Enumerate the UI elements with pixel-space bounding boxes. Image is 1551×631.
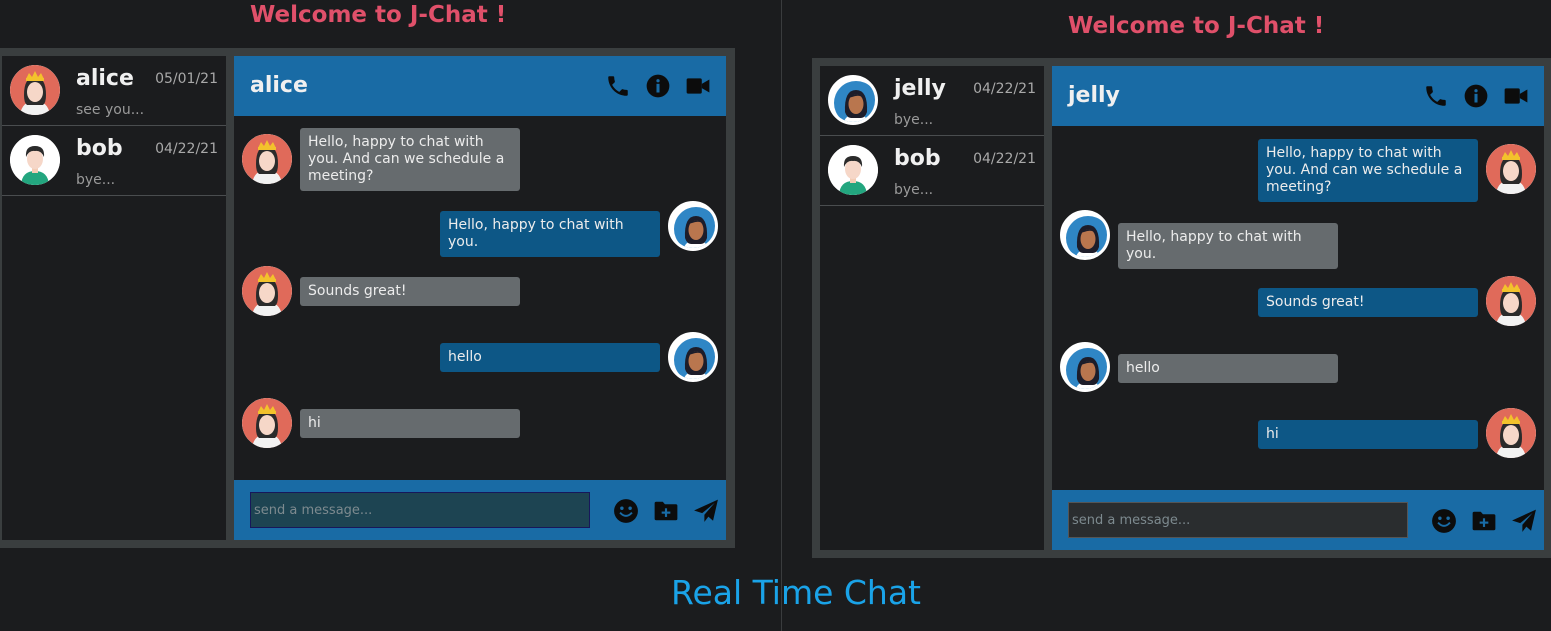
contact-sidebar: alice 05/01/21 see you... bob 04/22/21 b… — [2, 56, 226, 540]
chat-title: jelly — [1068, 83, 1120, 108]
message-avatar — [668, 332, 718, 382]
phone-icon[interactable] — [1423, 83, 1449, 109]
message-bubble: Hello, happy to chat with you. — [1118, 223, 1338, 269]
panel-divider — [781, 0, 782, 631]
message-avatar — [242, 134, 292, 184]
contact-name: jelly — [894, 76, 946, 101]
message-bubble: hello — [1118, 354, 1338, 383]
message-input-bar — [1052, 490, 1544, 550]
message-avatar — [1486, 408, 1536, 458]
emoji-icon[interactable] — [613, 498, 639, 524]
message-avatar — [1486, 144, 1536, 194]
contact-preview: bye... — [894, 182, 934, 198]
message-input-bar — [234, 480, 726, 540]
contact-item-jelly[interactable]: jelly 04/22/21 bye... — [820, 66, 1044, 136]
contact-date: 04/22/21 — [973, 151, 1036, 167]
attach-folder-icon[interactable] — [1471, 508, 1497, 534]
phone-icon[interactable] — [605, 73, 631, 99]
emoji-icon[interactable] — [1431, 508, 1457, 534]
contact-preview: bye... — [894, 112, 934, 128]
message-bubble: Hello, happy to chat with you. — [440, 211, 660, 257]
message-bubble: Sounds great! — [300, 277, 520, 306]
message-avatar — [1486, 276, 1536, 326]
welcome-title: Welcome to J-Chat ! — [1068, 13, 1325, 39]
contact-item-bob[interactable]: bob 04/22/21 bye... — [820, 136, 1044, 206]
contact-date: 04/22/21 — [973, 81, 1036, 97]
message-bubble: hello — [440, 343, 660, 372]
contact-date: 04/22/21 — [155, 141, 218, 157]
message-avatar — [242, 266, 292, 316]
contact-name: alice — [76, 66, 134, 91]
info-icon[interactable] — [645, 73, 671, 99]
contact-avatar — [10, 65, 60, 115]
contact-preview: see you... — [76, 102, 145, 118]
info-icon[interactable] — [1463, 83, 1489, 109]
contact-item-alice[interactable]: alice 05/01/21 see you... — [2, 56, 226, 126]
send-icon[interactable] — [693, 498, 719, 524]
chat-app: alice 05/01/21 see you... bob 04/22/21 b… — [0, 48, 735, 548]
message-bubble: Sounds great! — [1258, 288, 1478, 317]
contact-item-bob[interactable]: bob 04/22/21 bye... — [2, 126, 226, 196]
welcome-title: Welcome to J-Chat ! — [250, 2, 507, 28]
send-icon[interactable] — [1511, 508, 1537, 534]
chat-header: alice — [234, 56, 726, 116]
contact-preview: bye... — [76, 172, 116, 188]
chat-title: alice — [250, 73, 308, 98]
message-input[interactable] — [1068, 502, 1408, 538]
message-bubble: hi — [300, 409, 520, 438]
message-avatar — [1060, 210, 1110, 260]
contact-name: bob — [894, 146, 941, 171]
message-avatar — [1060, 342, 1110, 392]
video-icon[interactable] — [1503, 83, 1529, 109]
chat-window: alice Hello, happy to chat with you. And… — [234, 56, 726, 540]
video-icon[interactable] — [685, 73, 711, 99]
contact-avatar — [10, 135, 60, 185]
contact-avatar — [828, 75, 878, 125]
message-bubble: Hello, happy to chat with you. And can w… — [300, 128, 520, 191]
contact-name: bob — [76, 136, 123, 161]
chat-app: jelly 04/22/21 bye... bob 04/22/21 bye..… — [812, 58, 1551, 558]
message-bubble: Hello, happy to chat with you. And can w… — [1258, 139, 1478, 202]
message-avatar — [668, 201, 718, 251]
message-bubble: hi — [1258, 420, 1478, 449]
chat-window: jelly Hello, happy to chat with you. And… — [1052, 66, 1544, 550]
footer-title: Real Time Chat — [671, 573, 921, 612]
contact-avatar — [828, 145, 878, 195]
attach-folder-icon[interactable] — [653, 498, 679, 524]
contact-sidebar: jelly 04/22/21 bye... bob 04/22/21 bye..… — [820, 66, 1044, 550]
contact-date: 05/01/21 — [155, 71, 218, 87]
message-avatar — [242, 398, 292, 448]
chat-header: jelly — [1052, 66, 1544, 126]
message-input[interactable] — [250, 492, 590, 528]
